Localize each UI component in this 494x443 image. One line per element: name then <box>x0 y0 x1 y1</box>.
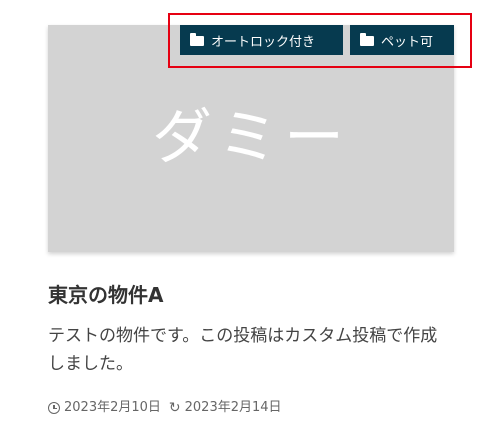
clock-icon <box>48 402 60 414</box>
thumbnail-dummy-text: ダミー <box>152 103 350 173</box>
post-title[interactable]: 東京の物件A <box>48 280 163 310</box>
post-meta: 2023年2月10日 ↻ 2023年2月14日 <box>48 398 282 418</box>
updated-date: 2023年2月14日 <box>184 400 282 415</box>
update-icon: ↻ <box>168 400 181 416</box>
post-excerpt: テストの物件です。この投稿はカスタム投稿で作成しました。 <box>48 326 438 374</box>
tags-highlight-box <box>168 13 472 68</box>
published-date: 2023年2月10日 <box>64 400 161 415</box>
post-card: ダミー オートロック付き ペット可 東京の物件A テストの物件です。この投稿はカ… <box>0 0 494 443</box>
